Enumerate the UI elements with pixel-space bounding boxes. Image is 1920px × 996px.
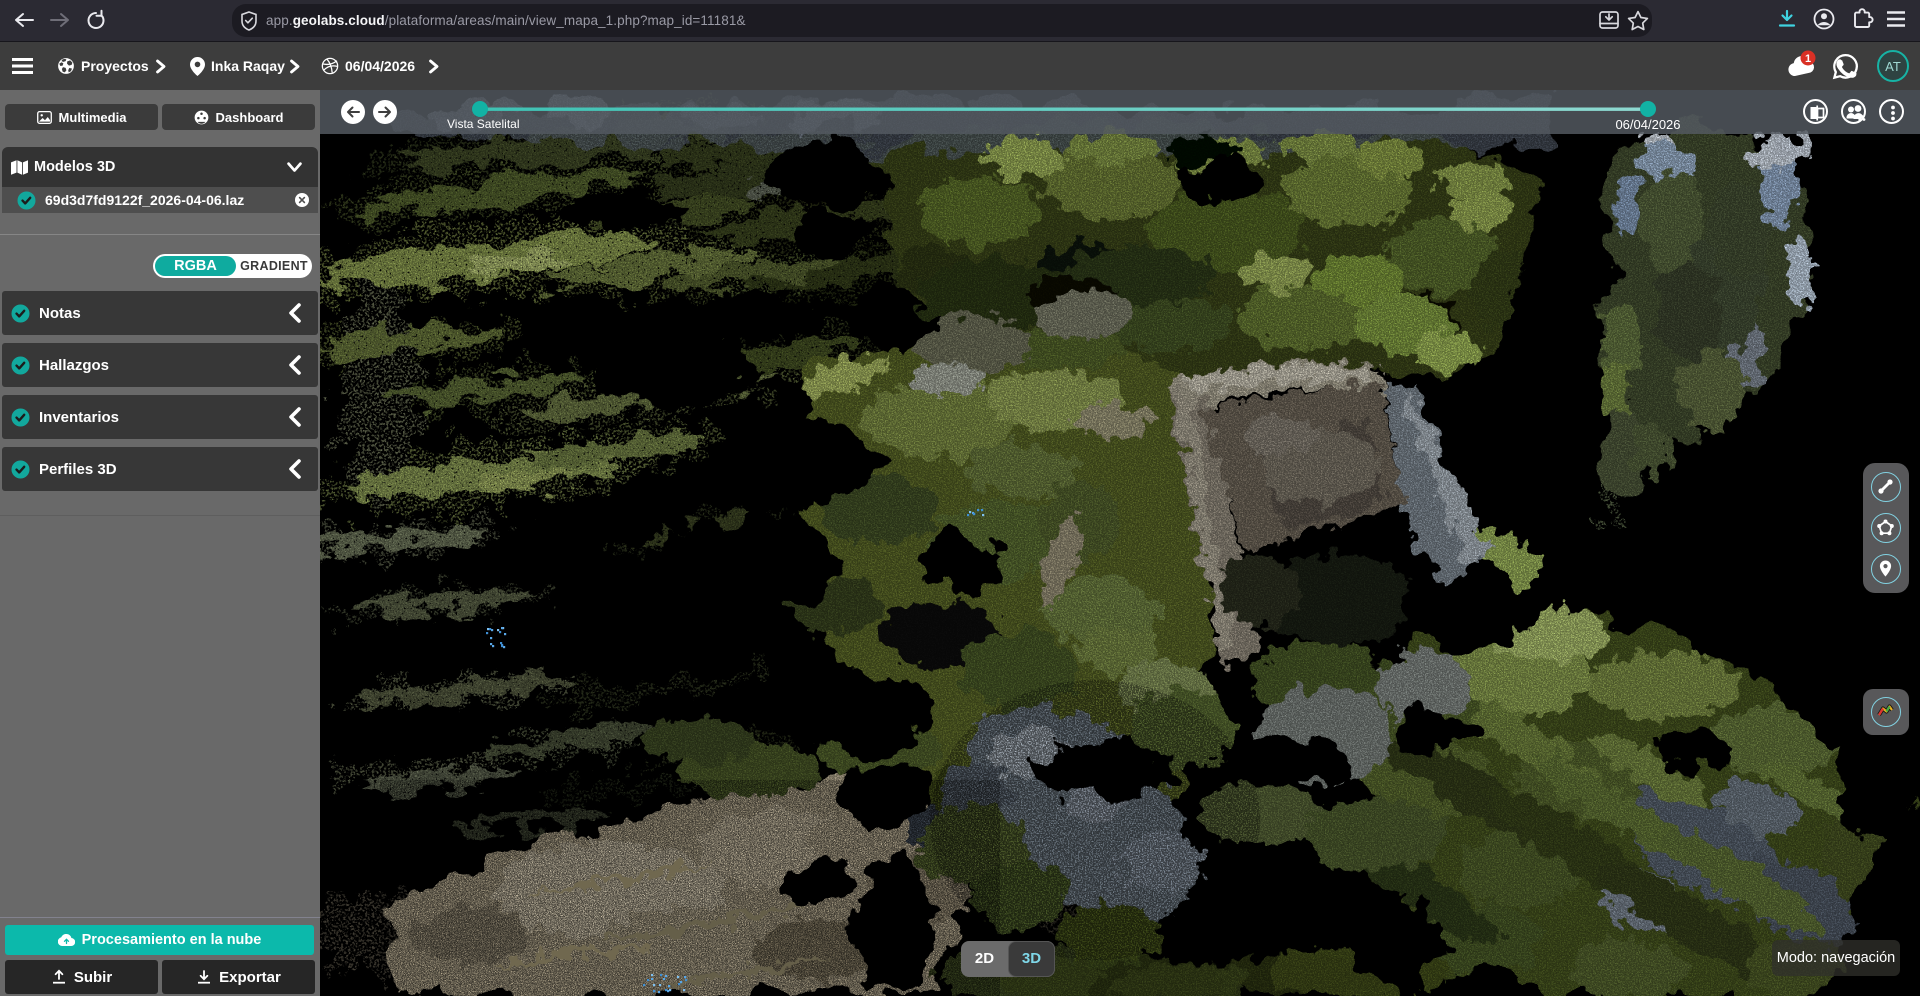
svg-text:06/04/2026: 06/04/2026 — [1615, 117, 1680, 132]
svg-text:Vista Satelital: Vista Satelital — [447, 117, 520, 131]
svg-text:1: 1 — [1805, 53, 1811, 65]
